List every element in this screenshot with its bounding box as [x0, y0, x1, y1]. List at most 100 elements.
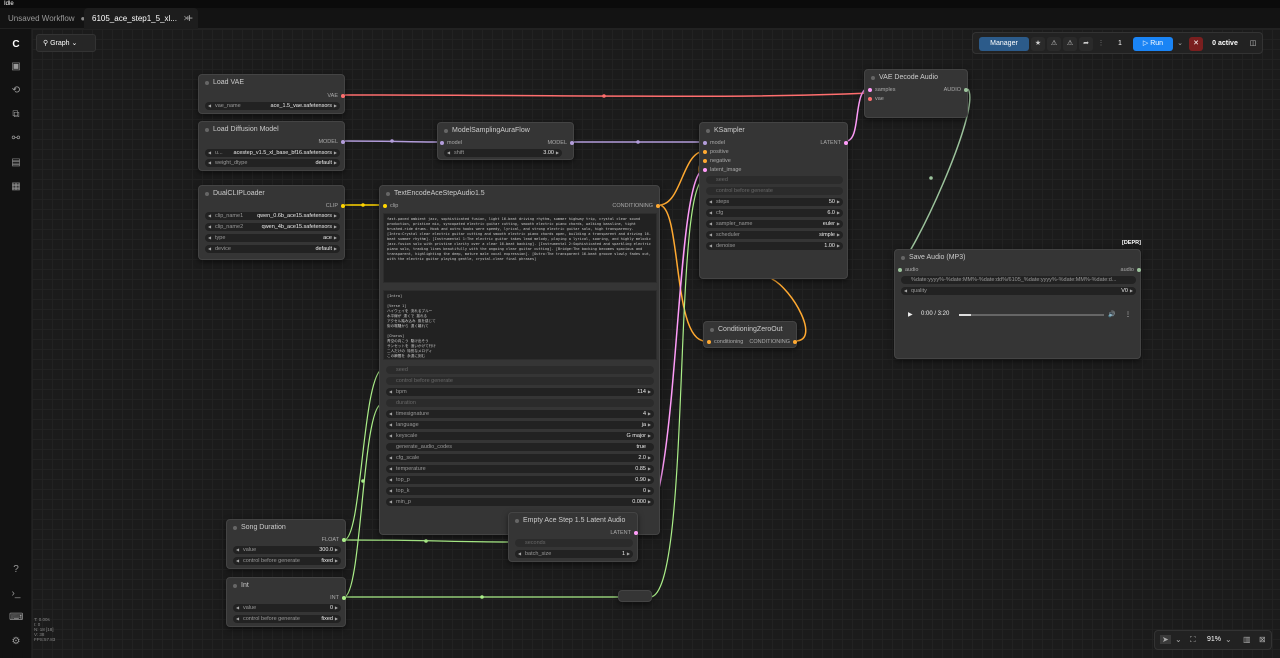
- output-int[interactable]: INT: [330, 595, 346, 601]
- node-conditioning-zero-out[interactable]: ConditioningZeroOut conditioning CONDITI…: [703, 321, 797, 348]
- alert-icon[interactable]: ⚠: [1063, 37, 1077, 51]
- graph-canvas[interactable]: Load VAE VAE vae_name ace_1.5_vae.safeten…: [32, 29, 1280, 658]
- output-model[interactable]: MODEL: [318, 139, 345, 145]
- widget-sampler-name[interactable]: sampler_name euler: [706, 220, 843, 228]
- pointer-tool-icon[interactable]: ➤: [1160, 635, 1171, 644]
- widget-weight-dtype[interactable]: weight_dtype default: [205, 159, 340, 167]
- panel-toggle-icon[interactable]: ◫: [1247, 37, 1259, 51]
- widget-shift[interactable]: shift 3.00: [444, 149, 562, 157]
- input-positive[interactable]: positive: [703, 149, 729, 155]
- model-library-icon[interactable]: ⚯: [9, 132, 23, 146]
- widget-scheduler[interactable]: scheduler simple: [706, 231, 843, 239]
- input-model[interactable]: model: [440, 140, 462, 146]
- filename-prefix-input[interactable]: %date:yyyy%-%date:MM%-%date:dd%/6105_%da…: [901, 276, 1136, 284]
- widget-temperature[interactable]: temperature 0.85: [386, 465, 654, 473]
- node-vae-decode-audio[interactable]: VAE Decode Audio samples vae AUDIO: [864, 69, 968, 118]
- output-audio[interactable]: AUDIO: [944, 87, 968, 93]
- queue-count[interactable]: 1: [1109, 37, 1131, 51]
- settings-gear-icon[interactable]: ⚙: [9, 635, 23, 649]
- chevron-down-icon[interactable]: ⌄: [1175, 635, 1182, 644]
- tags-textarea[interactable]: fast-paced ambient jazz, sophisticated f…: [383, 213, 657, 283]
- terminal-icon[interactable]: ›_: [9, 587, 23, 601]
- widget-generate-audio-codes-toggle[interactable]: generate_audio_codes true: [386, 443, 654, 451]
- tab-workflow-active[interactable]: 6105_ace_step1_5_xl... ✕: [84, 8, 198, 29]
- run-options-chevron-icon[interactable]: ⌄: [1175, 37, 1185, 51]
- output-conditioning[interactable]: CONDITIONING: [612, 203, 660, 209]
- widget-clip-name1[interactable]: clip_name1 qwen_0.6b_ace15.safetensors: [205, 212, 340, 220]
- widget-batch-size[interactable]: batch_size 1: [515, 550, 633, 558]
- widget-quality[interactable]: quality V0: [901, 287, 1136, 295]
- node-int[interactable]: Int INT value 0 control before generate fi…: [226, 577, 346, 627]
- input-negative[interactable]: negative: [703, 158, 731, 164]
- volume-icon[interactable]: 🔊: [1108, 311, 1115, 318]
- zoom-level[interactable]: 91%: [1207, 636, 1221, 643]
- cancel-x-icon[interactable]: ✕: [1189, 37, 1203, 51]
- output-latent[interactable]: LATENT: [820, 140, 848, 146]
- widget-language[interactable]: language ja: [386, 421, 654, 429]
- widget-clip-name2[interactable]: clip_name2 qwen_4b_ace15.safetensors: [205, 223, 340, 231]
- widget-control-before-generate[interactable]: control before generate fixed: [233, 615, 341, 623]
- widget-type[interactable]: type ace: [205, 234, 340, 242]
- node-load-vae[interactable]: Load VAE VAE vae_name ace_1.5_vae.safeten…: [198, 74, 345, 114]
- input-latent-image[interactable]: latent_image: [703, 167, 742, 173]
- output-audio[interactable]: audio: [1121, 267, 1141, 273]
- zoom-chevron-icon[interactable]: ⌄: [1225, 635, 1232, 644]
- node-model-sampling-aura-flow[interactable]: ModelSamplingAuraFlow model MODEL shift 3…: [437, 122, 574, 160]
- audio-progress-track[interactable]: [959, 314, 1104, 316]
- node-dual-clip-loader[interactable]: DualCLIPLoader CLIP clip_name1 qwen_0.6b_…: [198, 185, 345, 260]
- widget-bpm[interactable]: bpm 114: [386, 388, 654, 396]
- widget-keyscale[interactable]: keyscale G major: [386, 432, 654, 440]
- help-icon[interactable]: ?: [9, 563, 23, 577]
- lyrics-textarea[interactable]: [Intro] [Verse 1] ハイウェイを 流れるブルー 水平線が 遠くで…: [383, 290, 657, 360]
- widget-top-p[interactable]: top_p 0.90: [386, 476, 654, 484]
- images-icon[interactable]: ▣: [9, 60, 23, 74]
- output-conditioning[interactable]: CONDITIONING: [749, 339, 797, 345]
- new-tab-plus-icon[interactable]: +: [186, 11, 193, 25]
- input-vae[interactable]: vae: [868, 96, 884, 102]
- widget-cfg-scale[interactable]: cfg_scale 2.0: [386, 454, 654, 462]
- reroute-node[interactable]: [618, 590, 652, 602]
- output-clip[interactable]: CLIP: [326, 203, 345, 209]
- input-conditioning[interactable]: conditioning: [707, 339, 743, 345]
- output-float[interactable]: FLOAT: [322, 537, 346, 543]
- node-ksampler[interactable]: KSampler model positive negative latent_…: [699, 122, 848, 279]
- warning-icon[interactable]: ⚠: [1047, 37, 1061, 51]
- node-library-icon[interactable]: ⧉: [9, 108, 23, 122]
- widget-top-k[interactable]: top_k 0: [386, 487, 654, 495]
- graph-mode-selector[interactable]: ⚲ Graph ⌄: [36, 34, 96, 52]
- minimap-icon[interactable]: ▥: [1243, 635, 1251, 644]
- widget-steps[interactable]: steps 50: [706, 198, 843, 206]
- run-button[interactable]: ▷ Run: [1133, 37, 1173, 51]
- node-song-duration[interactable]: Song Duration FLOAT value 300.0 control b…: [226, 519, 346, 569]
- widget-cfg[interactable]: cfg 6.0: [706, 209, 843, 217]
- drag-handle-icon[interactable]: ⋮: [1097, 37, 1105, 51]
- manager-button[interactable]: Manager: [979, 37, 1029, 51]
- link-visibility-icon[interactable]: ⊠: [1259, 635, 1266, 644]
- keyboard-icon[interactable]: ⌨: [9, 611, 23, 625]
- widget-device[interactable]: device default: [205, 245, 340, 253]
- widget-value[interactable]: value 0: [233, 604, 341, 612]
- node-text-encode-ace-step[interactable]: TextEncodeAceStepAudio1.5 clip CONDITION…: [379, 185, 660, 535]
- input-clip[interactable]: clip: [383, 203, 398, 209]
- widget-value[interactable]: value 300.0: [233, 546, 341, 554]
- input-samples[interactable]: samples: [868, 87, 895, 93]
- fit-view-icon[interactable]: ⛶: [1190, 635, 1196, 645]
- tab-unsaved-workflow[interactable]: Unsaved Workflow ●: [0, 8, 93, 29]
- output-vae[interactable]: VAE: [327, 93, 345, 99]
- templates-icon[interactable]: ▦: [9, 180, 23, 194]
- share-icon[interactable]: ➦: [1079, 37, 1093, 51]
- widget-unet-name[interactable]: u... acestep_v1.5_xl_base_bf16.safetensor…: [205, 149, 340, 157]
- star-icon[interactable]: ★: [1031, 37, 1045, 51]
- queue-icon[interactable]: ⟲: [9, 84, 23, 98]
- widget-vae-name[interactable]: vae_name ace_1.5_vae.safetensors: [205, 102, 340, 110]
- widget-min-p[interactable]: min_p 0.000: [386, 498, 654, 506]
- widget-denoise[interactable]: denoise 1.00: [706, 242, 843, 250]
- node-empty-ace-step-latent-audio[interactable]: Empty Ace Step 1.5 Latent Audio LATENT s…: [508, 512, 638, 562]
- more-options-icon[interactable]: ⋮: [1125, 311, 1131, 318]
- play-icon[interactable]: ▶: [908, 311, 913, 318]
- input-model[interactable]: model: [703, 140, 725, 146]
- comfy-logo-icon[interactable]: C: [9, 38, 23, 52]
- widget-control-before-generate[interactable]: control before generate fixed: [233, 557, 341, 565]
- node-load-diffusion-model[interactable]: Load Diffusion Model MODEL u... acestep_v…: [198, 121, 345, 171]
- input-audio[interactable]: audio: [898, 267, 918, 273]
